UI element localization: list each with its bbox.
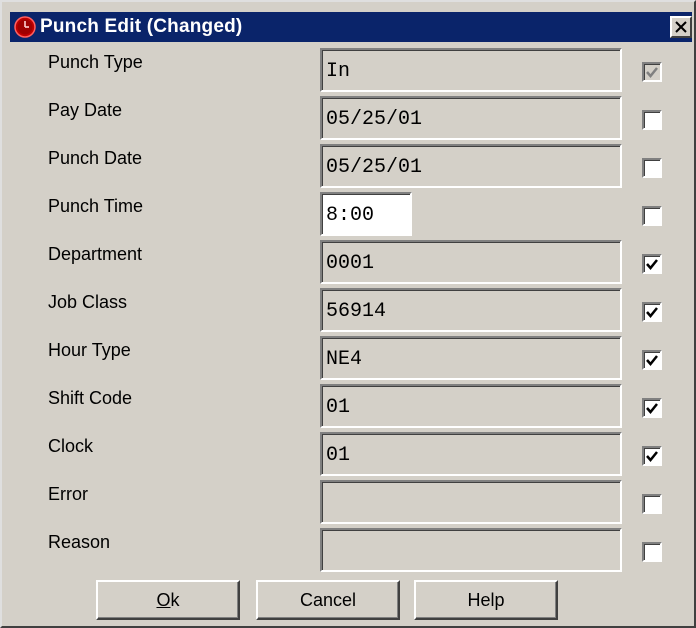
punch-date-checkbox[interactable]	[642, 158, 662, 178]
hour-type-field[interactable]: NE4	[320, 336, 622, 380]
error-checkbox[interactable]	[642, 494, 662, 514]
shift-code-field[interactable]: 01	[320, 384, 622, 428]
punch-date-label: Punch Date	[48, 148, 143, 168]
job-class-label: Job Class	[48, 292, 128, 312]
department-label: Department	[48, 244, 143, 264]
punch-time-input[interactable]: 8:00	[320, 192, 412, 236]
row-punch-date: Punch Date 05/25/01	[2, 144, 696, 192]
pay-date-checkbox[interactable]	[642, 110, 662, 130]
title-bar[interactable]: Punch Edit (Changed)	[10, 12, 692, 42]
pay-date-label: Pay Date	[48, 100, 123, 120]
close-button[interactable]	[670, 16, 692, 38]
checkmark-icon	[646, 451, 658, 462]
clock-label: Clock	[48, 436, 94, 456]
row-error: Error	[2, 480, 696, 528]
row-punch-type: Punch Type In	[2, 48, 696, 96]
punch-type-field[interactable]: In	[320, 48, 622, 92]
help-button[interactable]: Help	[414, 580, 558, 620]
row-department: Department 0001	[2, 240, 696, 288]
checkmark-icon	[646, 355, 658, 366]
punch-edit-dialog: Punch Edit (Changed) Punch Type In Pay D…	[0, 0, 696, 628]
clock-icon	[12, 14, 38, 40]
department-field[interactable]: 0001	[320, 240, 622, 284]
row-clock: Clock 01	[2, 432, 696, 480]
help-label: Help	[467, 589, 505, 610]
shift-code-label: Shift Code	[48, 388, 133, 408]
clock-field[interactable]: 01	[320, 432, 622, 476]
ok-mnemonic: O	[156, 589, 171, 610]
checkmark-icon	[646, 67, 658, 78]
row-reason: Reason	[2, 528, 696, 576]
hour-type-checkbox[interactable]	[642, 350, 662, 370]
close-icon	[675, 21, 687, 33]
checkmark-icon	[646, 403, 658, 414]
job-class-checkbox[interactable]	[642, 302, 662, 322]
job-class-field[interactable]: 56914	[320, 288, 622, 332]
reason-label: Reason	[48, 532, 111, 552]
window-title: Punch Edit (Changed)	[40, 16, 243, 37]
row-pay-date: Pay Date 05/25/01	[2, 96, 696, 144]
shift-code-checkbox[interactable]	[642, 398, 662, 418]
clock-checkbox[interactable]	[642, 446, 662, 466]
punch-time-label: Punch Time	[48, 196, 144, 216]
reason-checkbox[interactable]	[642, 542, 662, 562]
checkmark-icon	[646, 307, 658, 318]
row-hour-type: Hour Type NE4	[2, 336, 696, 384]
pay-date-field[interactable]: 05/25/01	[320, 96, 622, 140]
cancel-label: Cancel	[299, 589, 357, 610]
punch-type-checkbox[interactable]	[642, 62, 662, 82]
reason-field[interactable]	[320, 528, 622, 572]
row-job-class: Job Class 56914	[2, 288, 696, 336]
checkmark-icon	[646, 259, 658, 270]
row-punch-time: Punch Time 8:00	[2, 192, 696, 240]
ok-label-rest: k	[170, 589, 180, 610]
cancel-button[interactable]: Cancel	[256, 580, 400, 620]
error-label: Error	[48, 484, 88, 504]
ok-button[interactable]: Ok	[96, 580, 240, 620]
error-field[interactable]	[320, 480, 622, 524]
department-checkbox[interactable]	[642, 254, 662, 274]
punch-type-label: Punch Type	[48, 52, 143, 72]
punch-time-checkbox[interactable]	[642, 206, 662, 226]
row-shift-code: Shift Code 01	[2, 384, 696, 432]
hour-type-label: Hour Type	[48, 340, 131, 360]
punch-date-field[interactable]: 05/25/01	[320, 144, 622, 188]
